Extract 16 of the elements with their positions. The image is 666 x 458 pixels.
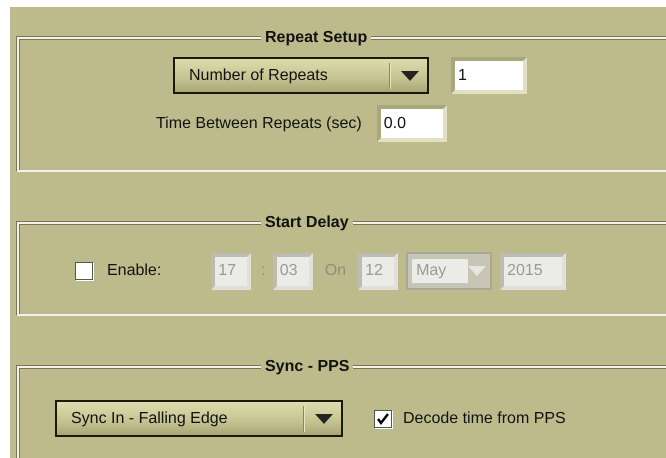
checkbox-label: Decode time from PPS	[403, 410, 566, 428]
repeat-mode-dropdown[interactable]: Number of Repeats	[173, 57, 429, 94]
time-separator: :	[261, 262, 266, 280]
decode-time-checkbox[interactable]	[374, 410, 392, 428]
group-title: Sync - PPS	[261, 358, 354, 376]
group-title: Start Delay	[261, 214, 353, 232]
caret-icon	[401, 70, 419, 80]
caret-icon	[468, 266, 486, 276]
sync-mode-dropdown[interactable]: Sync In - Falling Edge	[55, 400, 343, 437]
field-label: Time Between Repeats (sec)	[156, 114, 362, 132]
group-title: Repeat Setup	[261, 29, 372, 47]
repeats-input-field[interactable]: 1	[451, 57, 527, 94]
caret-icon	[315, 414, 333, 424]
checkbox-label: Enable:	[107, 262, 162, 280]
enable-checkbox[interactable]	[75, 262, 93, 280]
time-between-input-field[interactable]: 0.0	[376, 105, 447, 142]
